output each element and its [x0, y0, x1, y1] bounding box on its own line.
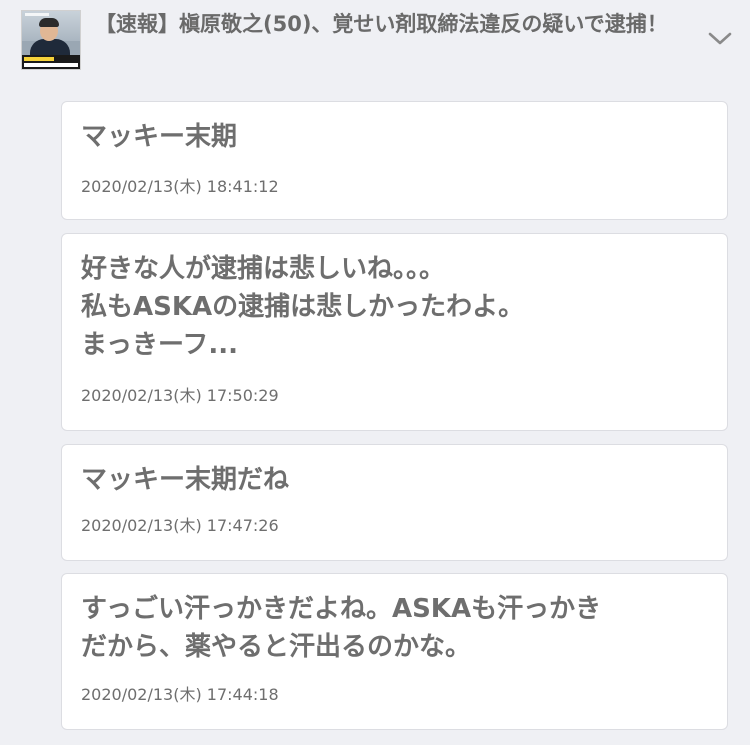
thread-thumbnail	[21, 10, 81, 70]
chevron-down-icon[interactable]	[707, 28, 733, 48]
comment-timestamp: 2020/02/13(木) 17:47:26	[81, 516, 279, 535]
thread-header[interactable]: 【速報】槇原敬之(50)、覚せい剤取締法違反の疑いで逮捕！	[0, 0, 750, 82]
comment-text: すっごい汗っかきだよね。ASKAも汗っかき だから、薬やると汗出るのかな。	[81, 594, 602, 662]
thread-title[interactable]: 【速報】槇原敬之(50)、覚せい剤取締法違反の疑いで逮捕！	[95, 9, 705, 40]
comment-timestamp: 2020/02/13(木) 18:41:12	[81, 177, 279, 196]
comment-text: 好きな人が逮捕は悲しいね。。。 私もASKAの逮捕は悲しかったわよ。 まっきーフ…	[81, 254, 525, 360]
comment-card[interactable]: すっごい汗っかきだよね。ASKAも汗っかき だから、薬やると汗出るのかな。 20…	[61, 573, 728, 730]
comment-timestamp: 2020/02/13(木) 17:50:29	[81, 386, 279, 405]
comment-card[interactable]: 好きな人が逮捕は悲しいね。。。 私もASKAの逮捕は悲しかったわよ。 まっきーフ…	[61, 233, 728, 431]
comment-text: マッキー末期	[81, 122, 238, 152]
comment-text: マッキー末期だね	[81, 465, 290, 495]
comment-card[interactable]: マッキー末期 2020/02/13(木) 18:41:12	[61, 101, 728, 220]
comment-timestamp: 2020/02/13(木) 17:44:18	[81, 685, 279, 704]
comment-card[interactable]: マッキー末期だね 2020/02/13(木) 17:47:26	[61, 444, 728, 561]
